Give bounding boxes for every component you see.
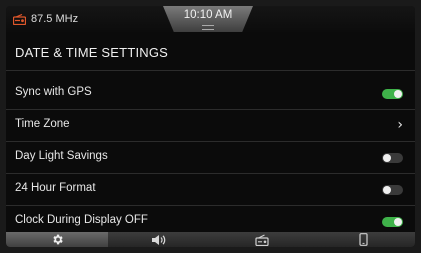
- divider: [6, 70, 415, 71]
- pull-down-handle[interactable]: [202, 25, 214, 30]
- toggle-switch[interactable]: [382, 217, 403, 227]
- settings-row-label: Clock During Display OFF: [15, 214, 148, 226]
- toggle-switch[interactable]: [382, 153, 403, 163]
- radio-icon: [255, 234, 269, 246]
- settings-row[interactable]: Sync with GPS: [6, 78, 415, 110]
- chevron-right-icon: ›: [397, 117, 403, 133]
- radio-frequency[interactable]: 87.5 MHz: [31, 13, 78, 25]
- toggle-switch[interactable]: [382, 89, 403, 99]
- settings-row-label: Time Zone: [15, 118, 70, 130]
- nav-audio-button[interactable]: [108, 232, 211, 247]
- screen: 87.5 MHz 10:10 AM DATE & TIME SETTINGS S…: [6, 6, 415, 247]
- speaker-icon: [152, 234, 166, 245]
- page-title: DATE & TIME SETTINGS: [15, 45, 169, 60]
- settings-row[interactable]: 24 Hour Format: [6, 174, 415, 206]
- clock-time: 10:10 AM: [183, 9, 233, 21]
- radio-icon: [13, 14, 26, 25]
- settings-row-label: Day Light Savings: [15, 150, 108, 162]
- toggle-knob: [394, 90, 402, 98]
- settings-row-label: Sync with GPS: [15, 86, 92, 98]
- settings-row-label: 24 Hour Format: [15, 182, 96, 194]
- toggle-knob: [383, 154, 391, 162]
- phone-icon: [359, 233, 368, 246]
- settings-row[interactable]: Time Zone ›: [6, 110, 415, 142]
- nav-radio-button[interactable]: [210, 232, 313, 247]
- toggle-switch[interactable]: [382, 185, 403, 195]
- settings-row[interactable]: Day Light Savings: [6, 142, 415, 174]
- nav-settings-button[interactable]: [6, 232, 109, 247]
- toggle-knob: [383, 186, 391, 194]
- bottom-nav: [6, 232, 415, 247]
- toggle-knob: [394, 218, 402, 226]
- nav-phone-button[interactable]: [312, 232, 415, 247]
- gear-icon: [53, 234, 63, 245]
- status-bar: 87.5 MHz 10:10 AM: [6, 6, 415, 32]
